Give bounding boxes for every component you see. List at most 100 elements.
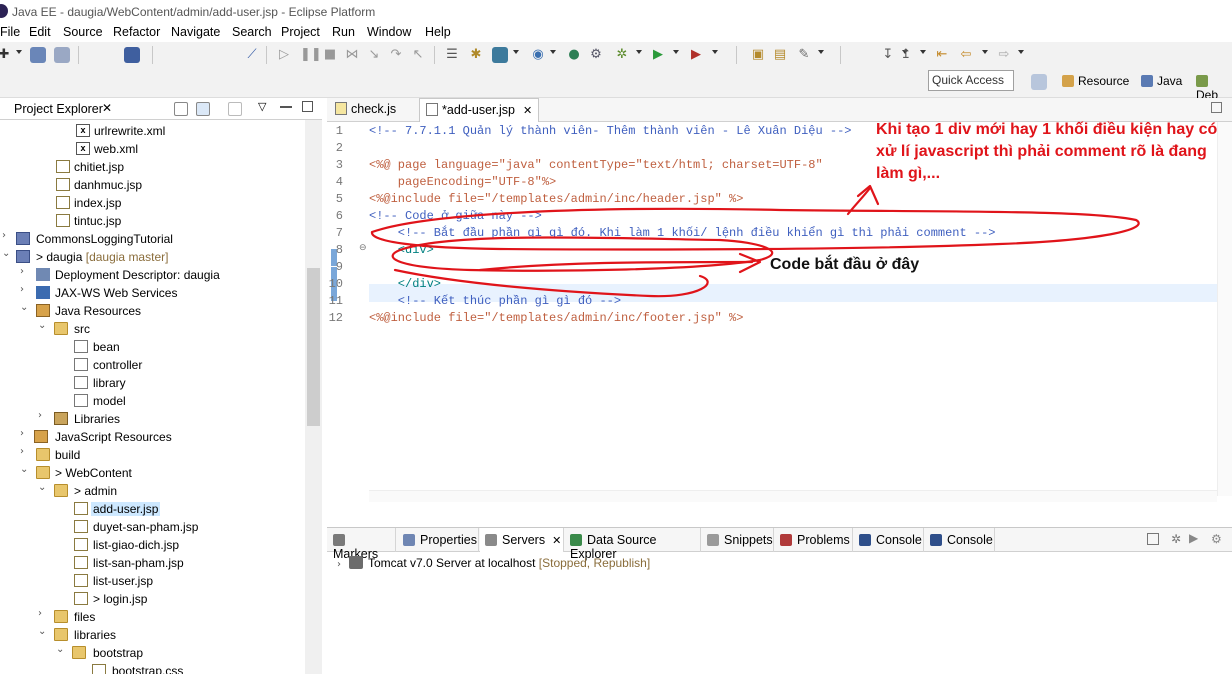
tab-check-js[interactable]: check.js	[329, 98, 415, 122]
menu-source[interactable]: Source	[63, 25, 103, 39]
menu-navigate[interactable]: Navigate	[171, 25, 220, 39]
use-step-filters-icon[interactable]: ☰	[444, 47, 460, 63]
collapse-icon[interactable]: ⌄	[56, 644, 66, 655]
new-server-icon[interactable]: ✱	[468, 47, 484, 63]
collapse-icon[interactable]: ⌄	[38, 626, 48, 637]
expand-icon[interactable]: ›	[20, 446, 30, 457]
tab-servers[interactable]: Servers ✕	[480, 528, 564, 552]
new-dropdown-icon[interactable]	[16, 50, 22, 54]
external-dropdown-icon[interactable]	[712, 50, 718, 54]
expand-icon[interactable]: ›	[2, 230, 12, 241]
collapse-all-icon[interactable]	[174, 102, 188, 116]
open-perspective-icon[interactable]	[1031, 74, 1047, 90]
pen-icon[interactable]: ✎	[796, 47, 812, 63]
debug-icon[interactable]: ✲	[614, 47, 630, 63]
start-server-icon[interactable]: ▶	[1189, 531, 1198, 545]
collapse-icon[interactable]: ⌄	[20, 302, 30, 313]
new-web-project-icon[interactable]	[492, 47, 508, 63]
collapse-all-icon[interactable]	[1147, 533, 1159, 545]
save-all-icon[interactable]	[54, 47, 70, 63]
tab-data-source-explorer[interactable]: Data Source Explorer	[565, 528, 701, 561]
expand-icon[interactable]: ›	[38, 410, 48, 421]
fold-icon[interactable]: ⊖	[359, 243, 367, 253]
prev-annotation-icon[interactable]: ↥	[898, 47, 914, 63]
link-with-editor-icon[interactable]	[196, 102, 210, 116]
last-edit-icon[interactable]: ⇤	[934, 47, 950, 63]
close-icon[interactable]: ✕	[523, 104, 532, 117]
tab-snippets[interactable]: Snippets	[702, 528, 774, 552]
tab-console-1[interactable]: Console	[854, 528, 924, 552]
back-icon[interactable]: ⇦	[958, 47, 974, 63]
minimize-icon[interactable]	[280, 106, 292, 108]
line-number: 3	[335, 158, 343, 172]
perspective-resource[interactable]: Resource	[1062, 74, 1129, 88]
profile-server-icon[interactable]: ⚙	[1211, 532, 1222, 546]
run-dropdown-icon[interactable]	[673, 50, 679, 54]
open-resource-icon[interactable]: ▤	[772, 47, 788, 63]
expand-icon[interactable]: ›	[20, 428, 30, 439]
menu-help[interactable]: Help	[425, 25, 451, 39]
menu-search[interactable]: Search	[232, 25, 272, 39]
menu-project[interactable]: Project	[281, 25, 320, 39]
maximize-icon[interactable]	[302, 101, 313, 112]
menu-window[interactable]: Window	[367, 25, 411, 39]
resume-icon[interactable]: ▷	[276, 47, 292, 63]
menu-run[interactable]: Run	[332, 25, 355, 39]
disconnect-icon[interactable]: ⋈	[344, 47, 360, 63]
close-icon[interactable]: ✕	[552, 534, 561, 547]
run-external-icon[interactable]: ▶	[688, 47, 704, 63]
forward-icon[interactable]: ⇨	[996, 47, 1012, 63]
back-dropdown-icon[interactable]	[982, 50, 988, 54]
project-explorer-tab[interactable]: Project Explorer	[14, 102, 103, 116]
step-into-icon[interactable]: ↘	[366, 47, 382, 63]
web-browser-dropdown-icon[interactable]	[550, 50, 556, 54]
new-icon[interactable]: ✚	[0, 47, 12, 63]
save-icon[interactable]	[30, 47, 46, 63]
jsp-file-icon	[56, 160, 70, 173]
collapse-icon[interactable]: ⌄	[20, 464, 30, 475]
menu-edit[interactable]: Edit	[29, 25, 51, 39]
project-explorer-scrollbar[interactable]	[305, 120, 322, 674]
tab-problems[interactable]: Problems	[775, 528, 853, 552]
forward-dropdown-icon[interactable]	[1018, 50, 1024, 54]
collapse-icon[interactable]: ⌄	[38, 320, 48, 331]
run-icon[interactable]: ▶	[650, 47, 666, 63]
step-return-icon[interactable]: ↖	[410, 47, 426, 63]
external-tool-icon[interactable]: ⚙	[588, 47, 604, 63]
open-console-icon[interactable]	[124, 47, 140, 63]
debug-server-icon[interactable]: ✲	[1171, 532, 1181, 546]
terminate-icon[interactable]: ■	[322, 47, 338, 63]
debug-dropdown-icon[interactable]	[636, 50, 642, 54]
expand-icon[interactable]: ›	[20, 284, 30, 295]
collapse-icon[interactable]: ⌄	[2, 248, 12, 259]
prev-annotation-dropdown-icon[interactable]	[920, 50, 926, 54]
skip-breakpoints-icon[interactable]: ⟋	[244, 47, 260, 63]
expand-icon[interactable]: ›	[38, 608, 48, 619]
suspend-icon[interactable]: ❚❚	[300, 47, 322, 63]
editor-horizontal-scrollbar[interactable]	[369, 490, 1217, 502]
tab-markers[interactable]: Markers	[327, 528, 396, 561]
pen-dropdown-icon[interactable]	[818, 50, 824, 54]
expand-icon[interactable]: ›	[337, 559, 341, 570]
quick-access-input[interactable]: Quick Access	[928, 70, 1014, 91]
expand-icon[interactable]: ›	[20, 266, 30, 277]
scrollbar-thumb[interactable]	[307, 268, 320, 426]
view-menu-icon[interactable]: ▽	[258, 100, 266, 113]
collapse-icon[interactable]: ⌄	[38, 482, 48, 493]
step-over-icon[interactable]: ↷	[388, 47, 404, 63]
perspective-java[interactable]: Java	[1141, 74, 1182, 88]
tab-add-user-jsp[interactable]: *add-user.jsp ✕	[419, 98, 539, 122]
tab-console-2[interactable]: Console	[925, 528, 995, 552]
menu-refactor[interactable]: Refactor	[113, 25, 160, 39]
web-dropdown-icon[interactable]	[513, 50, 519, 54]
filters-icon[interactable]	[228, 102, 242, 116]
web-browser-icon[interactable]: ◉	[530, 47, 546, 63]
maximize-icon[interactable]	[1211, 102, 1222, 113]
open-type-icon[interactable]: ▣	[750, 47, 766, 63]
menu-file[interactable]: File	[0, 25, 20, 39]
close-icon[interactable]: ✕	[102, 101, 112, 115]
tab-properties[interactable]: Properties	[397, 528, 479, 552]
globe-icon[interactable]: ●	[566, 47, 582, 63]
server-list-item[interactable]: › Tomcat v7.0 Server at localhost [Stoppe…	[337, 556, 650, 570]
next-annotation-icon[interactable]: ↧	[880, 47, 896, 63]
